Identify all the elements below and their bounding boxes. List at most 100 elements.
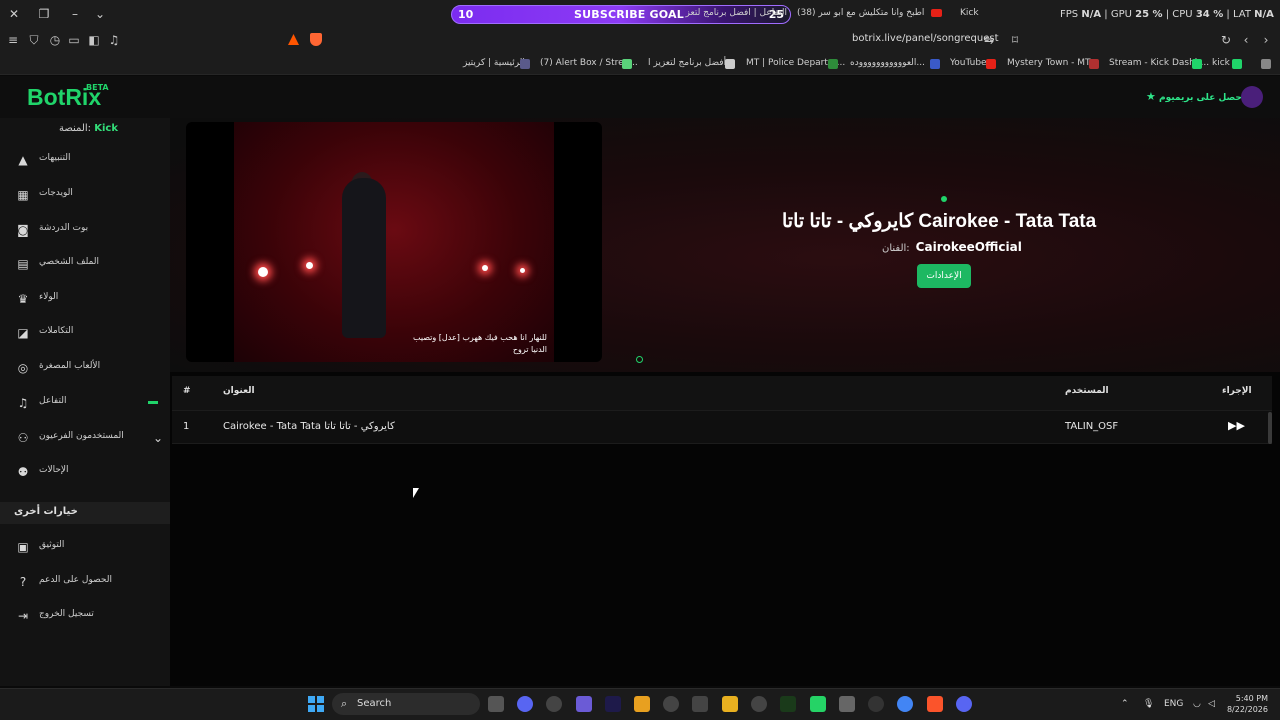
video-player[interactable]: للنهار انا هحب فيك ههرب [عدل] وتصيب الدن… <box>186 122 602 362</box>
plug-icon: ◪ <box>17 326 29 340</box>
sidebar-item-docs[interactable]: ▣ التوثيق <box>0 533 170 561</box>
grid-icon: ▦ <box>17 188 29 202</box>
bookmark-item[interactable]: Mystery Town - MT... <box>1007 58 1098 68</box>
menu-icon[interactable]: ≡ <box>6 33 20 47</box>
sidebar-item-logout[interactable]: ⇥ تسجيل الخروج <box>0 602 170 630</box>
avatar[interactable] <box>1241 86 1263 108</box>
question-icon: ? <box>19 575 27 589</box>
sidebar-item-alerts[interactable]: ▲ التنبيهات <box>0 146 170 174</box>
sidebar-item-support[interactable]: ? الحصول على الدعم <box>0 568 170 596</box>
bookmark-item[interactable]: kick <box>1212 58 1230 68</box>
app-icon[interactable] <box>634 696 650 712</box>
sidebar-item-interaction[interactable]: ♫ التفاعل <box>0 389 170 417</box>
play-icon[interactable]: ▶▶ <box>1228 419 1245 433</box>
address-bar[interactable]: botrix.live/panel/songrequest <box>852 33 999 44</box>
app-icon[interactable] <box>780 696 796 712</box>
shield-settings-icon[interactable]: ⛉ <box>27 33 41 47</box>
language-indicator[interactable]: ENG <box>1164 699 1183 709</box>
sidebar-item-minigames[interactable]: ◎ الألعاب المصغرة <box>0 354 170 382</box>
chevron-down-icon[interactable]: ⌄ <box>92 6 108 22</box>
app-header <box>0 76 1280 118</box>
sidebar-icon[interactable]: ◧ <box>87 33 101 47</box>
users-icon: ⚇ <box>17 431 29 445</box>
windows-start-icon[interactable] <box>308 696 324 712</box>
kick-icon <box>1192 59 1202 69</box>
row-user: TALIN_OSF <box>1065 421 1119 432</box>
artist-info: الفنان: CairokeeOfficial <box>882 240 1022 254</box>
chevron-down-icon: ⌄ <box>152 431 164 445</box>
brave-icon[interactable] <box>927 696 943 712</box>
microphone-icon[interactable]: 🎙 <box>1143 699 1154 709</box>
sidebar-item-chatbot[interactable]: ◙ بوت الدردشة <box>0 216 170 244</box>
vpn-icon[interactable] <box>576 696 592 712</box>
apps-grid-icon[interactable] <box>1261 59 1271 69</box>
close-tab-icon[interactable]: ✕ <box>6 6 22 22</box>
sidebar-item-integrations[interactable]: ◪ التكاملات <box>0 319 170 347</box>
goal-current: 10 <box>458 8 474 21</box>
back-icon[interactable]: ‹ <box>1239 33 1253 47</box>
trophy-icon: ♛ <box>17 292 29 306</box>
app-icon[interactable] <box>663 696 679 712</box>
sidebar-item-referrals[interactable]: ⚉ الإحالات <box>0 458 170 486</box>
minimize-icon[interactable]: – <box>67 6 83 22</box>
sidebar-item-subusers[interactable]: ⚇ المستخدمون الفرعيون ⌄ <box>0 424 170 452</box>
sidebar-item-loyalty[interactable]: ♛ الولاء <box>0 285 170 313</box>
system-clock[interactable]: 5:40 PM 8/22/2026 <box>1226 693 1268 715</box>
store-icon[interactable] <box>839 696 855 712</box>
whatsapp-icon[interactable] <box>810 696 826 712</box>
kick-icon <box>1232 59 1242 69</box>
singer-figure <box>342 178 386 338</box>
bookmarks-bar: الرئيسية | كريتيز (7) Alert Box / Strea.… <box>0 52 1280 75</box>
brave-shields-icon[interactable] <box>310 33 322 46</box>
robot-icon: ◙ <box>17 223 29 237</box>
wallet-icon[interactable]: ▭ <box>67 33 81 47</box>
settings-button[interactable]: الإعدادات <box>917 264 971 288</box>
get-premium-link[interactable]: ★ احصل على بريميوم <box>1146 90 1245 103</box>
bookmark-item[interactable]: YouTube <box>950 58 987 68</box>
wifi-icon[interactable]: ◡ <box>1193 699 1201 709</box>
chevron-up-icon[interactable]: ⌃ <box>1121 699 1129 709</box>
app-icon[interactable] <box>692 696 708 712</box>
taskbar-search[interactable]: ⌕ Search <box>332 693 480 715</box>
col-action: الإجراء <box>1222 386 1252 396</box>
music-icon[interactable]: ♫ <box>107 33 121 47</box>
volume-icon[interactable]: ◁ <box>1208 699 1215 709</box>
bookmark-item[interactable]: الرئيسية | كريتيز <box>463 58 525 68</box>
history-icon[interactable]: ◷ <box>48 33 62 47</box>
col-title: العنوان <box>223 386 255 396</box>
sidebar-item-widgets[interactable]: ▦ الويدجات <box>0 181 170 209</box>
settings-icon[interactable] <box>751 696 767 712</box>
scrollbar[interactable] <box>1268 412 1272 444</box>
bookmark-icon[interactable]: ⌑ <box>1008 33 1022 47</box>
bookmark-item[interactable]: العوووووووووووده... <box>850 58 926 68</box>
bookmark-favicon-icon <box>1089 59 1099 69</box>
video-subtitle: للنهار انا هحب فيك ههرب [عدل] وتصيب الدن… <box>412 333 547 354</box>
active-tab-title[interactable]: التفاعل | أفضل برنامج لتعز <box>669 8 787 22</box>
tab-restore-icon[interactable]: ❐ <box>36 6 52 22</box>
youtube-icon <box>986 59 996 69</box>
file-explorer-icon[interactable] <box>722 696 738 712</box>
active-indicator-icon <box>148 401 158 404</box>
after-effects-icon[interactable] <box>605 696 621 712</box>
progress-handle-icon[interactable] <box>636 356 643 363</box>
row-title: Cairokee - Tata Tata كايروكي - تاتا تاتا <box>223 421 395 432</box>
app-icon[interactable] <box>546 696 562 712</box>
bookmark-favicon-icon <box>520 59 530 69</box>
youtube-tab-title[interactable]: (38) جربت اطبخ وانا متكليش مع ابو سر <box>797 8 927 22</box>
sidebar-item-profile[interactable]: ▤ الملف الشخصي <box>0 250 170 278</box>
forward-icon[interactable]: › <box>1259 33 1273 47</box>
discord-icon[interactable] <box>956 696 972 712</box>
reload-icon[interactable]: ↻ <box>1219 33 1233 47</box>
chrome-icon[interactable] <box>897 696 913 712</box>
browser-tab-bar: ✕ ❐ – ⌄ 10 SUBSCRIBE GOAL 25 التفاعل | أ… <box>0 0 1280 28</box>
video-frame <box>234 122 554 362</box>
bookmark-item[interactable]: أفضل برنامج لتعزيز ا... <box>648 58 735 68</box>
stage-light <box>520 268 525 273</box>
goal-label: SUBSCRIBE GOAL <box>574 8 684 21</box>
permissions-icon[interactable]: ⇋ <box>982 33 996 47</box>
app-icon[interactable] <box>868 696 884 712</box>
browser-toolbar: ≡ ⛉ ◷ ▭ ◧ ♫ botrix.live/panel/songreques… <box>0 28 1280 52</box>
kick-tab[interactable]: Kick <box>960 8 979 18</box>
task-view-icon[interactable] <box>488 696 504 712</box>
discord-icon[interactable] <box>517 696 533 712</box>
